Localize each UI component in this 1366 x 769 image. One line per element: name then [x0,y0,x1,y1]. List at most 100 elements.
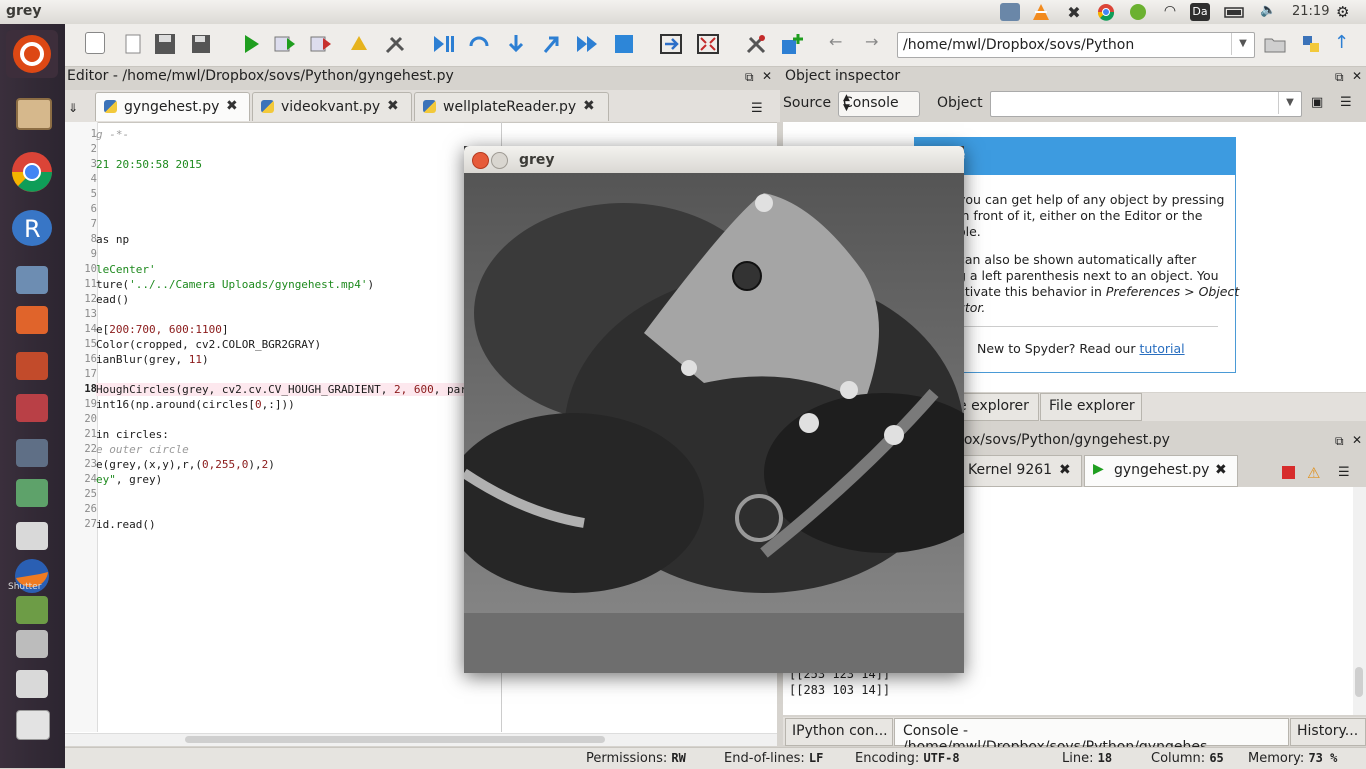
step-icon[interactable] [467,32,491,56]
browse-tabs-icon[interactable]: ⇓ [68,101,78,115]
tab-videokvant[interactable]: videokvant.py ✖ [252,92,412,121]
options-menu-icon[interactable]: ☰ [1338,465,1350,480]
python-icon[interactable] [1299,32,1323,56]
undock-icon[interactable]: ⧉ [745,70,754,85]
volume-icon[interactable]: 🔈 [1260,3,1280,21]
tab-wellplatereader[interactable]: wellplateReader.py ✖ [414,92,609,121]
line-number: 17 [84,368,97,380]
code-line: ture('../../Camera Uploads/gyngehest.mp4… [96,278,375,291]
pythonpath-icon[interactable] [780,32,804,56]
source-label: Source [783,95,832,111]
python-file-icon [104,100,117,113]
close-icon[interactable]: ✕ [1352,69,1362,83]
battery-icon[interactable] [1224,3,1244,21]
object-input[interactable]: ▼ [990,91,1302,117]
fullscreen-icon[interactable] [696,32,720,56]
r-icon[interactable]: R [6,204,58,252]
encoding-status: Encoding: UTF-8 [855,751,960,766]
ubuntu-dash-icon[interactable] [6,30,58,78]
step-return-icon[interactable] [539,32,563,56]
vlc-icon[interactable] [1031,3,1051,21]
chevron-down-icon[interactable]: ▼ [1278,92,1301,114]
console-vertical-scrollbar[interactable] [1353,487,1366,715]
close-icon[interactable]: ✕ [762,69,772,83]
run-config-icon[interactable] [273,32,297,56]
close-icon[interactable]: ✖ [1059,462,1071,478]
browse-folder-icon[interactable] [1263,32,1287,56]
object-inspector-title: Object inspector [785,68,901,84]
save-icon[interactable] [153,32,177,56]
forward-arrow-icon[interactable]: → [865,32,889,56]
close-icon[interactable]: ✕ [1352,433,1362,447]
settings-gear-icon[interactable]: ⚙ [1336,3,1356,21]
debug-icon[interactable] [383,32,407,56]
app-icon[interactable] [6,469,58,517]
options-menu-icon[interactable]: ☰ [1340,95,1352,110]
trash-icon[interactable] [6,700,58,748]
source-select[interactable]: Console ▲ ▼ [838,91,920,117]
debug-start-icon[interactable] [432,32,456,56]
undock-icon[interactable]: ⧉ [1335,70,1344,85]
run-icon[interactable] [239,32,263,56]
line-number: 21 [84,428,97,440]
back-arrow-icon[interactable]: ← [829,32,853,56]
stop-debug-icon[interactable] [612,32,636,56]
editor-horizontal-scrollbar[interactable] [65,733,777,746]
clock[interactable]: 21:19 [1292,4,1329,19]
line-number: 15 [84,338,97,350]
scrollbar-thumb[interactable] [185,736,605,743]
lock-icon[interactable]: ▣ [1311,95,1323,110]
grayscale-video-frame [464,173,964,673]
window-close-button[interactable] [472,152,489,169]
wifi-icon[interactable]: ◠ [1160,3,1180,21]
working-directory-combo[interactable]: /home/mwl/Dropbox/sovs/Python ▼ [897,32,1255,58]
close-icon[interactable]: ✖ [583,98,595,114]
da-icon[interactable]: Da [1190,3,1210,21]
working-directory-value: /home/mwl/Dropbox/sovs/Python [903,37,1135,53]
parent-dir-icon[interactable]: ↑ [1334,32,1358,56]
window-minimize-button[interactable] [491,152,508,169]
options-menu-icon[interactable]: ☰ [751,101,763,116]
files-icon[interactable] [6,88,58,136]
chrome-icon[interactable] [1096,3,1116,21]
intro-text: ctivate this behavior in Preferences > O… [958,284,1240,299]
new-file-icon[interactable] [85,32,105,54]
step-into-icon[interactable] [504,32,528,56]
tab-history[interactable]: History... [1290,718,1366,746]
tab-file-explorer[interactable]: File explorer [1040,393,1142,421]
undock-icon[interactable]: ⧉ [1335,434,1344,449]
code-line: e outer circle [96,443,189,456]
run-again-icon[interactable] [309,32,333,56]
code-line: leCenter' [96,263,156,276]
maximize-pane-icon[interactable] [659,32,683,56]
close-icon[interactable]: ✖ [387,98,399,114]
warning-icon[interactable]: ⚠ [1307,464,1320,482]
evernote-icon[interactable] [1128,3,1148,21]
scrollbar-thumb[interactable] [1355,667,1363,697]
window-title: grey [519,152,555,168]
network-mgr-icon[interactable] [1000,3,1020,21]
line-number: 22 [84,443,97,455]
open-file-icon[interactable] [122,32,146,56]
run-selection-icon[interactable] [347,32,371,56]
tab-console[interactable]: Console - /home/mwl/Dropbox/sovs/Python/… [894,718,1289,755]
dropbox-icon[interactable]: ✖ [1064,3,1084,22]
app-icon[interactable] [6,296,58,344]
continue-icon[interactable] [575,32,599,56]
close-icon[interactable]: ✖ [1215,462,1227,478]
tab-kernel[interactable]: Kernel 9261 ✖ [955,455,1082,487]
app-icon[interactable] [6,342,58,390]
preferences-icon[interactable] [744,32,768,56]
close-icon[interactable]: ✖ [226,98,238,114]
tab-gyngehest[interactable]: gyngehest.py ✖ [95,92,250,121]
object-label: Object [937,95,983,111]
chevron-down-icon[interactable]: ▼ [1231,33,1254,55]
tab-console-gyngehest[interactable]: ▶ gyngehest.py ✖ [1084,455,1238,487]
save-all-icon[interactable] [189,32,213,56]
network-icon[interactable] [6,384,58,432]
tab-ipython-console[interactable]: IPython con... [785,718,893,746]
tutorial-link[interactable]: tutorial [1139,341,1184,356]
stop-icon[interactable] [1282,466,1295,479]
console-title: box/sovs/Python/gyngehest.py [955,432,1170,448]
chrome-icon[interactable] [6,148,58,196]
